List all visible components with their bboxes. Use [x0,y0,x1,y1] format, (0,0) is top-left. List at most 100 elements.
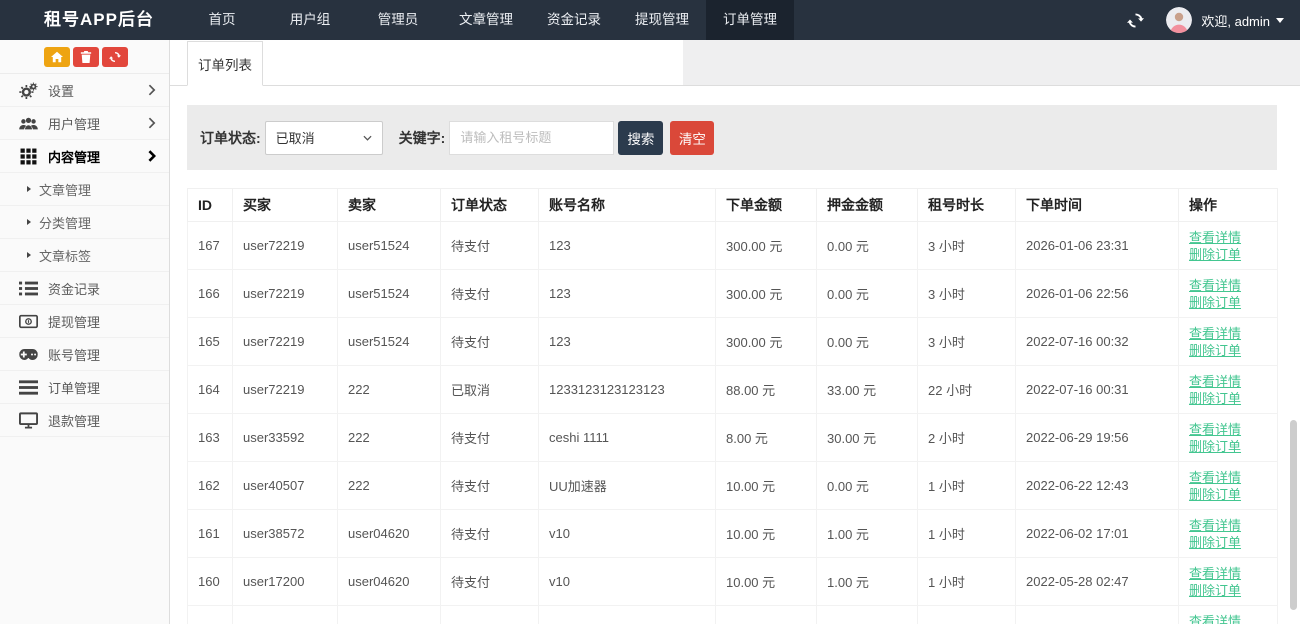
trash-icon [80,51,92,63]
sidebar-item-label: 资金记录 [48,279,100,298]
delete-order-link[interactable]: 删除订单 [1189,534,1267,551]
cell-deposit: 0.00 元 [817,222,918,270]
sidebar-item-label: 设置 [48,81,74,100]
nav-item-7[interactable]: 订单管理 [706,0,794,40]
cell-time: 2022-05-28 02:47 [1016,558,1179,606]
trash-button[interactable] [73,47,99,67]
cell-time [1016,606,1179,624]
cell-id: 164 [188,366,233,414]
cell-actions: 查看详情删除订单 [1179,318,1278,366]
cell-actions: 查看详情删除订单 [1179,414,1278,462]
sidebar-menu: 设置用户管理内容管理文章管理分类管理文章标签资金记录提现管理账号管理订单管理退款… [0,74,169,437]
cell-seller: user51524 [338,270,441,318]
nav-item-5[interactable]: 资金记录 [530,0,618,40]
chevron-right-icon [148,150,156,162]
cell-seller: user04620 [338,510,441,558]
column-header: ID [188,189,233,222]
bars-icon [19,379,38,396]
sidebar-item-10[interactable]: 订单管理 [0,371,169,404]
table-row: 164user72219222已取消123312312312312388.00 … [188,366,1278,414]
list-icon [19,280,38,297]
avatar[interactable] [1166,7,1192,33]
nav-item-4[interactable]: 文章管理 [442,0,530,40]
cell-duration: 3 小时 [918,270,1016,318]
clear-button[interactable]: 清空 [670,121,714,155]
cell-duration: 22 小时 [918,366,1016,414]
delete-order-link[interactable]: 删除订单 [1189,486,1267,503]
table-row: 162user40507222待支付UU加速器10.00 元0.00 元1 小时… [188,462,1278,510]
cell-amount: 300.00 元 [716,222,817,270]
view-detail-link[interactable]: 查看详情 [1189,277,1267,294]
navbar-items: 首页用户组管理员文章管理资金记录提现管理订单管理 [178,0,794,40]
table-row: 查看详情删除订单 [188,606,1278,624]
delete-order-link[interactable]: 删除订单 [1189,390,1267,407]
view-detail-link[interactable]: 查看详情 [1189,229,1267,246]
nav-item-6[interactable]: 提现管理 [618,0,706,40]
view-detail-link[interactable]: 查看详情 [1189,325,1267,342]
cell-id: 165 [188,318,233,366]
cell-buyer: user40507 [233,462,338,510]
nav-item-2[interactable]: 用户组 [266,0,354,40]
delete-order-link[interactable]: 删除订单 [1189,582,1267,599]
scrollbar-thumb[interactable] [1290,420,1297,610]
cell-deposit: 1.00 元 [817,510,918,558]
sidebar-item-11[interactable]: 退款管理 [0,404,169,437]
sidebar-item-5[interactable]: 分类管理 [0,206,169,239]
navbar-right: 欢迎, admin [1127,0,1300,40]
cell-id: 160 [188,558,233,606]
recycle-button[interactable] [102,47,128,67]
cell-actions: 查看详情删除订单 [1179,606,1278,624]
view-detail-link[interactable]: 查看详情 [1189,469,1267,486]
delete-order-link[interactable]: 删除订单 [1189,342,1267,359]
cell-status: 待支付 [441,222,539,270]
cell-deposit: 0.00 元 [817,270,918,318]
column-header: 租号时长 [918,189,1016,222]
user-menu[interactable]: 欢迎, admin [1201,11,1284,30]
cell-deposit: 1.00 元 [817,558,918,606]
cell-seller: user04620 [338,558,441,606]
cell-amount [716,606,817,624]
sidebar-item-2[interactable]: 用户管理 [0,107,169,140]
sidebar-item-9[interactable]: 账号管理 [0,338,169,371]
home-button[interactable] [44,47,70,67]
gears-icon [19,82,38,99]
view-detail-link[interactable]: 查看详情 [1189,565,1267,582]
recycle-icon [109,51,121,63]
cell-actions: 查看详情删除订单 [1179,270,1278,318]
cell-id: 162 [188,462,233,510]
search-button[interactable]: 搜索 [618,121,663,155]
cell-id [188,606,233,624]
sidebar-item-4[interactable]: 文章管理 [0,173,169,206]
delete-order-link[interactable]: 删除订单 [1189,246,1267,263]
sidebar-item-7[interactable]: 资金记录 [0,272,169,305]
sidebar-item-6[interactable]: 文章标签 [0,239,169,272]
caret-right-icon [27,219,31,225]
cell-amount: 10.00 元 [716,510,817,558]
sidebar-item-3[interactable]: 内容管理 [0,140,169,173]
nav-item-1[interactable]: 首页 [178,0,266,40]
delete-order-link[interactable]: 删除订单 [1189,294,1267,311]
view-detail-link[interactable]: 查看详情 [1189,421,1267,438]
view-detail-link[interactable]: 查看详情 [1189,613,1267,624]
cell-duration: 1 小时 [918,558,1016,606]
gamepad-icon [19,346,38,363]
refresh-icon[interactable] [1127,12,1144,29]
sidebar-item-1[interactable]: 设置 [0,74,169,107]
delete-order-link[interactable]: 删除订单 [1189,438,1267,455]
table-header-row: ID买家卖家订单状态账号名称下单金额押金金额租号时长下单时间操作 [188,189,1278,222]
sidebar-item-8[interactable]: 提现管理 [0,305,169,338]
sidebar-item-label: 文章标签 [39,246,91,265]
keyword-input[interactable] [449,121,614,155]
tab-order-list[interactable]: 订单列表 [187,41,263,86]
cell-time: 2026-01-06 23:31 [1016,222,1179,270]
nav-item-3[interactable]: 管理员 [354,0,442,40]
top-navbar: 租号APP后台 首页用户组管理员文章管理资金记录提现管理订单管理 欢迎, adm… [0,0,1300,40]
view-detail-link[interactable]: 查看详情 [1189,373,1267,390]
cell-deposit: 0.00 元 [817,462,918,510]
cell-account: 123 [539,318,716,366]
main-content: 订单列表 订单状态: 已取消 关键字: 搜索 清空 ID买家卖家订单状态账号名称… [170,40,1300,624]
view-detail-link[interactable]: 查看详情 [1189,517,1267,534]
cell-amount: 10.00 元 [716,558,817,606]
table-row: 163user33592222待支付ceshi 11118.00 元30.00 … [188,414,1278,462]
order-status-select[interactable]: 已取消 [265,121,383,155]
